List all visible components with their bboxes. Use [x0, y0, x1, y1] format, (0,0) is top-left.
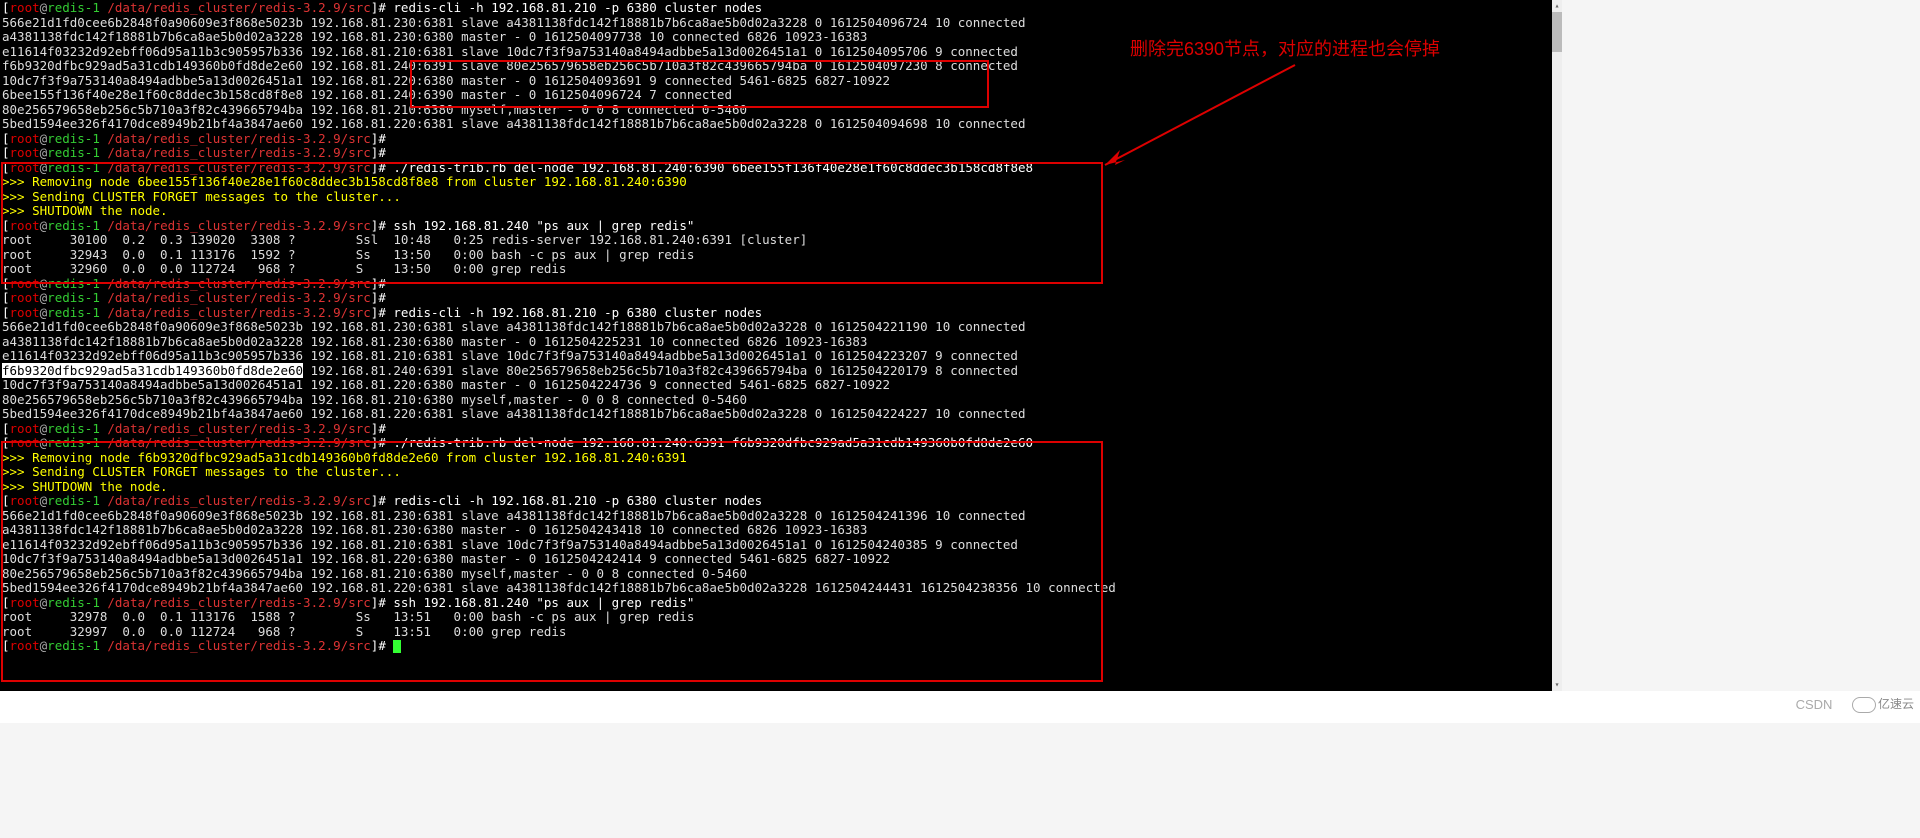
- node-line: 5bed1594ee326f4170dce8949b21bf4a3847ae60…: [2, 117, 1550, 132]
- node-line: 566e21d1fd0cee6b2848f0a90609e3f868e5023b…: [2, 509, 1550, 524]
- ps-line: root 32997 0.0 0.0 112724 968 ? S 13:51 …: [2, 625, 1550, 640]
- node-line: 80e256579658eb256c5b710a3f82c439665794ba…: [2, 567, 1550, 582]
- node-line: 10dc7f3f9a753140a8494adbbe5a13d0026451a1…: [2, 378, 1550, 393]
- node-line: e11614f03232d92ebff06d95a11b3c905957b336…: [2, 538, 1550, 553]
- ps-line: root 32978 0.0 0.1 113176 1588 ? Ss 13:5…: [2, 610, 1550, 625]
- node-line: 566e21d1fd0cee6b2848f0a90609e3f868e5023b…: [2, 16, 1550, 31]
- command-ssh-ps-2: ssh 192.168.81.240 "ps aux | grep redis": [393, 595, 694, 610]
- node-line: 10dc7f3f9a753140a8494adbbe5a13d0026451a1…: [2, 552, 1550, 567]
- boxed-node-6390: 6390 master - 0 1612504096724 7 connecte…: [423, 87, 732, 102]
- ps-line: root 32943 0.0 0.1 113176 1592 ? Ss 13:5…: [2, 248, 1550, 263]
- prompt-user: root: [10, 0, 40, 15]
- command-ssh-ps-1: ssh 192.168.81.240 "ps aux | grep redis": [393, 218, 694, 233]
- terminal-window[interactable]: [root@redis-1 /data/redis_cluster/redis-…: [0, 0, 1552, 691]
- removing-node-msg: >>> Removing node 6bee155f136f40e28e1f60…: [2, 175, 1550, 190]
- node-line: 5bed1594ee326f4170dce8949b21bf4a3847ae60…: [2, 581, 1550, 596]
- scroll-up-icon[interactable]: ▴: [1552, 0, 1562, 12]
- scroll-down-icon[interactable]: ▾: [1552, 679, 1562, 691]
- prompt-bracket: [: [2, 0, 10, 15]
- command-cluster-nodes-1: redis-cli -h 192.168.81.210 -p 6380 clus…: [393, 0, 762, 15]
- yisu-watermark: 亿速云: [1852, 697, 1914, 713]
- scroll-thumb[interactable]: [1552, 12, 1562, 52]
- node-line: a4381138fdc142f18881b7b6ca8ae5b0d02a3228…: [2, 523, 1550, 538]
- command-cluster-nodes-2: redis-cli -h 192.168.81.210 -p 6380 clus…: [393, 305, 762, 320]
- node-line: e11614f03232d92ebff06d95a11b3c905957b336…: [2, 349, 1550, 364]
- cursor-icon: [393, 640, 401, 653]
- boxed-node-6380: 6380 master - 0 1612504093691 9 connecte…: [423, 73, 890, 88]
- annotation-text: 删除完6390节点，对应的进程也会停掉: [1130, 42, 1440, 57]
- prompt-path: /data/redis_cluster/redis-3.2.9/src: [100, 0, 371, 15]
- footer-watermark: CSDN 亿速云: [0, 691, 1920, 723]
- removing-node-msg: >>> Removing node f6b9320dfbc929ad5a31cd…: [2, 451, 1550, 466]
- shutdown-msg: >>> SHUTDOWN the node.: [2, 204, 1550, 219]
- command-cluster-nodes-3: redis-cli -h 192.168.81.210 -p 6380 clus…: [393, 493, 762, 508]
- node-line: 80e256579658eb256c5b710a3f82c439665794ba…: [2, 103, 1550, 118]
- command-del-node-6391: ./redis-trib.rb del-node 192.168.81.240:…: [393, 435, 1033, 450]
- shutdown-msg: >>> SHUTDOWN the node.: [2, 480, 1550, 495]
- csdn-watermark: CSDN: [1796, 698, 1833, 713]
- cluster-forget-msg: >>> Sending CLUSTER FORGET messages to t…: [2, 465, 1550, 480]
- command-del-node-6390: ./redis-trib.rb del-node 192.168.81.240:…: [393, 160, 1033, 175]
- node-line: 566e21d1fd0cee6b2848f0a90609e3f868e5023b…: [2, 320, 1550, 335]
- prompt-host: redis-1: [47, 0, 100, 15]
- ps-line: root 32960 0.0 0.0 112724 968 ? S 13:50 …: [2, 262, 1550, 277]
- node-line: a4381138fdc142f18881b7b6ca8ae5b0d02a3228…: [2, 335, 1550, 350]
- vertical-scrollbar[interactable]: ▴ ▾: [1552, 0, 1562, 691]
- cloud-icon: [1852, 697, 1876, 713]
- node-line: 5bed1594ee326f4170dce8949b21bf4a3847ae60…: [2, 407, 1550, 422]
- cluster-forget-msg: >>> Sending CLUSTER FORGET messages to t…: [2, 190, 1550, 205]
- node-line: 80e256579658eb256c5b710a3f82c439665794ba…: [2, 393, 1550, 408]
- boxed-node-6391: 6391 slave 80e256579658eb256c5b710a3f82c…: [423, 58, 1018, 73]
- ps-line: root 30100 0.2 0.3 139020 3308 ? Ssl 10:…: [2, 233, 1550, 248]
- highlighted-node-id: f6b9320dfbc929ad5a31cdb149360b0fd8de2e60: [2, 363, 303, 378]
